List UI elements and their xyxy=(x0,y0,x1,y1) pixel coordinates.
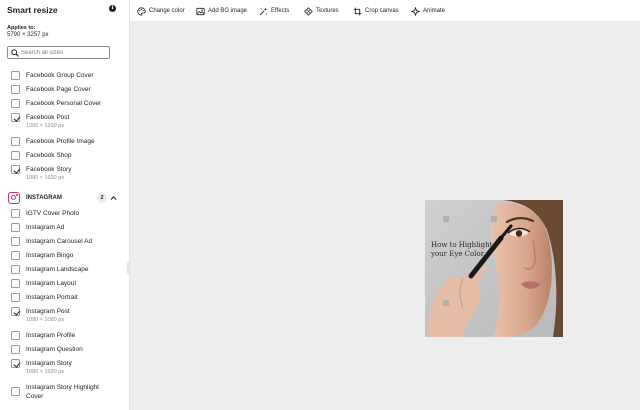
model-photo xyxy=(425,200,563,337)
size-option-label: Instagram Question xyxy=(26,346,83,353)
textures-button[interactable]: Textures xyxy=(304,6,339,16)
size-option-label: Facebook Page Cover xyxy=(26,86,91,93)
size-option-label: Instagram Profile xyxy=(26,332,76,339)
checkbox[interactable] xyxy=(11,331,20,340)
size-option-dimensions: 1080 × 1920 px xyxy=(26,369,65,375)
size-option-label: Facebook Group Cover xyxy=(26,72,94,79)
size-option-label: Instagram Bingo xyxy=(26,252,74,259)
instagram-icon xyxy=(8,192,20,204)
checkbox[interactable] xyxy=(11,209,20,218)
checkbox[interactable] xyxy=(11,279,20,288)
size-option-dimensions: 1080 × 1080 px xyxy=(26,317,65,323)
checkbox[interactable] xyxy=(11,137,20,146)
panel-title: Smart resize xyxy=(7,5,58,15)
image-icon xyxy=(196,7,205,15)
applies-to-label: Applies to: xyxy=(7,25,36,31)
sparkle-icon xyxy=(259,7,267,15)
effects-button[interactable]: Effects xyxy=(259,6,289,16)
checkbox[interactable] xyxy=(11,237,20,246)
texture-icon xyxy=(304,6,313,16)
info-icon[interactable]: i xyxy=(109,5,116,12)
toolbar-label: Animate xyxy=(423,8,446,14)
search-box[interactable] xyxy=(7,46,110,59)
checkbox-checked[interactable] xyxy=(11,307,20,316)
checkbox[interactable] xyxy=(11,99,20,108)
chevron-up-icon[interactable] xyxy=(110,195,117,201)
smart-resize-panel: Smart resize i Applies to: 5790 × 3257 p… xyxy=(0,0,130,410)
design-thumbnail[interactable]: How to Highlight your Eye Color xyxy=(425,200,563,337)
size-option-label: IGTV Cover Photo xyxy=(26,210,80,217)
palette-icon xyxy=(137,6,146,16)
animate-icon xyxy=(411,6,420,16)
toolbar-label: Change color xyxy=(149,8,185,14)
top-toolbar: Change color Add BG image Effects Textur… xyxy=(130,0,640,22)
add-bg-image-button[interactable]: Add BG image xyxy=(196,6,247,16)
checkbox-checked[interactable] xyxy=(11,113,20,122)
size-option-label: Facebook Shop xyxy=(26,152,72,159)
crop-canvas-button[interactable]: Crop canvas xyxy=(353,6,399,16)
checkbox[interactable] xyxy=(11,265,20,274)
search-icon xyxy=(11,49,19,57)
checkbox[interactable] xyxy=(11,345,20,354)
search-input[interactable] xyxy=(21,48,107,58)
instagram-section-header[interactable]: INSTAGRAM 2 xyxy=(8,192,124,205)
document-dimensions: 5790 × 3257 px xyxy=(7,32,49,38)
animate-button[interactable]: Animate xyxy=(411,6,445,16)
checkbox[interactable] xyxy=(11,71,20,80)
design-headline: How to Highlight your Eye Color xyxy=(431,241,493,258)
size-option-label: Instagram Post xyxy=(26,308,70,315)
toolbar-label: Crop canvas xyxy=(365,8,399,14)
toolbar-label: Effects xyxy=(271,8,290,14)
checkbox[interactable] xyxy=(11,223,20,232)
size-option-label: Facebook Personal Cover xyxy=(26,100,102,107)
size-option-label: Instagram Layout xyxy=(26,280,77,287)
size-option-label: Instagram Story Highlight Cover xyxy=(26,384,99,400)
size-option-label: Instagram Ad xyxy=(26,224,65,231)
size-option-label: Instagram Landscape xyxy=(26,266,89,273)
selected-count-badge: 2 xyxy=(97,193,107,203)
section-title: INSTAGRAM xyxy=(26,195,62,201)
size-option-label: Instagram Portrait xyxy=(26,294,78,301)
checkbox-checked[interactable] xyxy=(11,165,20,174)
checkbox[interactable] xyxy=(11,85,20,94)
size-option-label: Instagram Carousel Ad xyxy=(26,238,93,245)
checkbox[interactable] xyxy=(11,387,20,396)
toolbar-label: Add BG image xyxy=(208,8,248,14)
checkbox[interactable] xyxy=(11,151,20,160)
toolbar-label: Textures xyxy=(316,8,339,14)
checkbox[interactable] xyxy=(11,293,20,302)
size-option-label: Facebook Story xyxy=(26,166,72,173)
size-option-label: Facebook Profile Image xyxy=(26,138,95,145)
design-canvas[interactable]: How to Highlight your Eye Color xyxy=(130,22,640,410)
checkbox-checked[interactable] xyxy=(11,359,20,368)
size-option-dimensions: 1080 × 1920 px xyxy=(26,175,65,181)
size-option-label: Instagram Story xyxy=(26,360,72,367)
crop-icon xyxy=(353,7,362,15)
size-option-dimensions: 1200 × 1200 px xyxy=(26,123,65,129)
checkbox[interactable] xyxy=(11,251,20,260)
size-option-label: Facebook Post xyxy=(26,114,70,121)
change-color-button[interactable]: Change color xyxy=(137,6,185,16)
